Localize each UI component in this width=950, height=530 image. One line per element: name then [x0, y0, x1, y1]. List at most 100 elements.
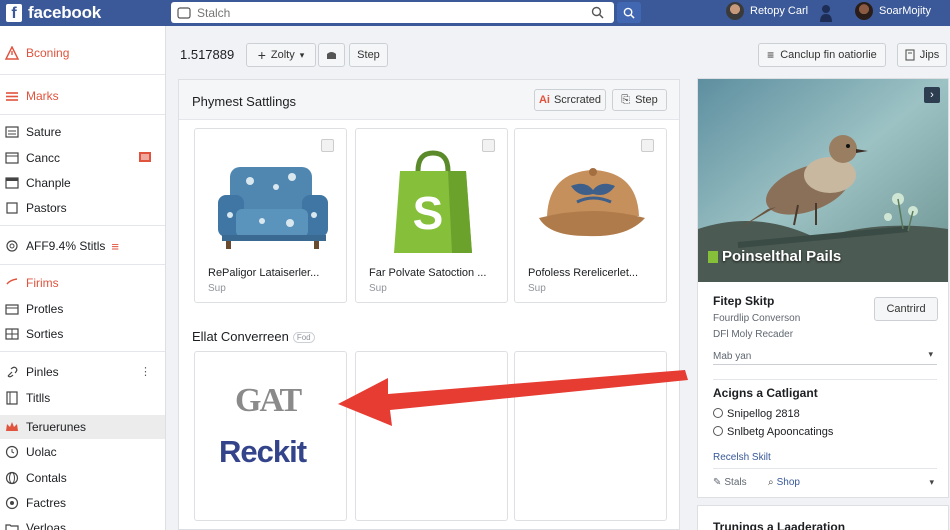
sidebar-item-factres[interactable]: Factres: [0, 491, 165, 515]
sidebar-item-label: Protles: [26, 302, 64, 316]
hero-image[interactable]: › Poinselthal Pails: [698, 79, 948, 282]
document-icon: [5, 152, 19, 164]
cantrird-button[interactable]: Cantrird: [874, 297, 938, 321]
list-item[interactable]: Snlbetg Apooncatings: [713, 426, 833, 438]
stack-button[interactable]: [318, 43, 345, 67]
sidebar-item-titlls[interactable]: Titlls: [0, 386, 165, 410]
ai-icon: Ai: [538, 94, 550, 106]
zolty-dropdown-button[interactable]: + Zolty ▾: [246, 43, 316, 67]
select-value: Mab yan: [713, 351, 752, 362]
stats-link[interactable]: ✎ Stals: [713, 477, 747, 488]
svg-text:S: S: [413, 187, 444, 239]
list-item[interactable]: Snipellog 2818: [713, 408, 800, 420]
product-card[interactable]: Pofoless Rerelicerlet... Sup: [514, 128, 667, 303]
sidebar-item-teruerunes[interactable]: Teruerunes: [0, 415, 165, 439]
logo-card[interactable]: GAT Reckit: [194, 351, 347, 521]
avatar: [855, 2, 873, 20]
search-icon: [623, 7, 635, 19]
sidebar-item-label: Pinles: [26, 365, 59, 379]
sidebar-item-sature[interactable]: Sature: [0, 120, 165, 144]
sidebar-item-stats[interactable]: AFF9.4% Stitls ≡: [0, 234, 165, 258]
annotation-arrow-icon: [338, 370, 688, 426]
shop-link[interactable]: ⌕ Shop: [768, 477, 800, 488]
sidebar-item-contals[interactable]: Contals: [0, 466, 165, 490]
sidebar-item-protles[interactable]: Protles: [0, 297, 165, 321]
jips-label: Jips: [919, 49, 940, 61]
next-arrow-icon[interactable]: ›: [924, 87, 940, 103]
facebook-logo[interactable]: f facebook: [6, 3, 101, 23]
select-checkbox[interactable]: [641, 139, 654, 152]
sidebar-item-pinles[interactable]: Pinles ⋮: [0, 360, 165, 384]
sidebar-item-cancc[interactable]: Cancc: [0, 146, 165, 170]
search-submit-button[interactable]: [617, 2, 641, 23]
sidebar-item-verloas[interactable]: Verloas: [0, 516, 165, 530]
sidebar-item-label: Pastors: [26, 201, 67, 215]
search-icon[interactable]: [591, 6, 604, 19]
product-title[interactable]: Pofoless Rerelicerlet...: [528, 267, 638, 279]
chevron-down-icon[interactable]: ▾: [929, 477, 934, 488]
cantrird-label: Cantrird: [886, 303, 926, 315]
section-heading: Acigns a Catligant: [713, 386, 818, 400]
panel-step-button[interactable]: ⎘ Step: [612, 89, 667, 111]
section-title: Ellat Converreen Fod: [192, 329, 315, 344]
shop-icon: [5, 304, 19, 315]
product-card[interactable]: S Far Polvate Satoction ... Sup: [355, 128, 508, 303]
cancel-options-button[interactable]: ≡ Canclup fin oatiorlie: [758, 43, 886, 67]
more-options-icon[interactable]: ⋮: [140, 365, 151, 378]
section-heading: Fitep Skitp: [713, 294, 775, 308]
armchair-image: [218, 167, 328, 249]
sidebar-item-bconing[interactable]: Bconing: [0, 41, 165, 65]
list-item-label: Snipellog 2818: [727, 408, 800, 420]
dropdown-select[interactable]: Mab yan ▾: [713, 349, 937, 365]
sidebar-item-label: Cancc: [26, 151, 61, 165]
menu-icon: ≡: [767, 48, 775, 62]
person-icon[interactable]: [819, 4, 833, 22]
account-menu[interactable]: SoarMojity: [855, 2, 931, 20]
sidebar-item-sorties[interactable]: Sorties: [0, 322, 165, 346]
sidebar-item-label: Factres: [26, 496, 67, 510]
product-title[interactable]: Far Polvate Satoction ...: [369, 267, 486, 279]
user-profile-link[interactable]: Retopy Carl: [726, 2, 808, 20]
sidebar-item-marks[interactable]: Marks: [0, 84, 165, 108]
product-title[interactable]: RePaligor Lataiserler...: [208, 267, 319, 279]
bag-icon: ⌕: [768, 477, 774, 488]
sidebar-item-chanple[interactable]: Chanple: [0, 171, 165, 195]
logo-top-text: GAT: [235, 382, 302, 419]
scrcrated-button[interactable]: Ai Scrcrated: [534, 89, 606, 111]
sidebar-item-uolac[interactable]: Uolac: [0, 440, 165, 464]
clock-icon: [5, 445, 19, 459]
globe-icon: [5, 471, 19, 485]
sidebar-item-label: Verloas: [26, 521, 67, 530]
divider: [0, 264, 165, 265]
search-bar[interactable]: [171, 2, 614, 23]
select-checkbox[interactable]: [321, 139, 334, 152]
right-panel: › Poinselthal Pails Fitep Skitp Fourdlip…: [697, 78, 949, 498]
divider: [713, 379, 937, 380]
search-input[interactable]: [197, 5, 577, 20]
see-all-link[interactable]: Recelsh Skilt: [713, 452, 771, 463]
menu-icon[interactable]: ≡: [111, 239, 119, 254]
zolty-label: Zolty: [270, 49, 295, 61]
sidebar-item-pastors[interactable]: Pastors: [0, 196, 165, 220]
sidebar-item-firims[interactable]: Firims: [0, 271, 165, 295]
panel-header: Phymest Sattlings Ai Scrcrated ⎘ Step: [179, 80, 679, 120]
product-card[interactable]: RePaligor Lataiserler... Sup: [194, 128, 347, 303]
menu-badge-icon[interactable]: [139, 152, 151, 162]
facebook-f-icon: f: [6, 4, 22, 22]
send-icon: ⎘: [621, 93, 631, 106]
shopping-bag-image: S: [394, 150, 472, 253]
chevron-down-icon: ▾: [299, 49, 305, 60]
book-icon: [6, 391, 18, 405]
jips-button[interactable]: Jips: [897, 43, 947, 67]
avatar: [726, 2, 744, 20]
sidebar-item-label: AFF9.4% Stitls: [26, 239, 106, 253]
step-button[interactable]: Step: [349, 43, 388, 67]
section-detail: DFl Moly Recader: [713, 329, 794, 340]
step-label: Step: [357, 49, 380, 61]
clock-icon: [713, 408, 723, 418]
scrcrated-label: Scrcrated: [553, 94, 602, 106]
section-title-text: Ellat Converreen: [192, 329, 289, 344]
shopify-icon: [708, 251, 718, 264]
select-checkbox[interactable]: [482, 139, 495, 152]
left-sidebar: Bconing Marks Sature Cancc Chanple Pasto…: [0, 26, 166, 530]
